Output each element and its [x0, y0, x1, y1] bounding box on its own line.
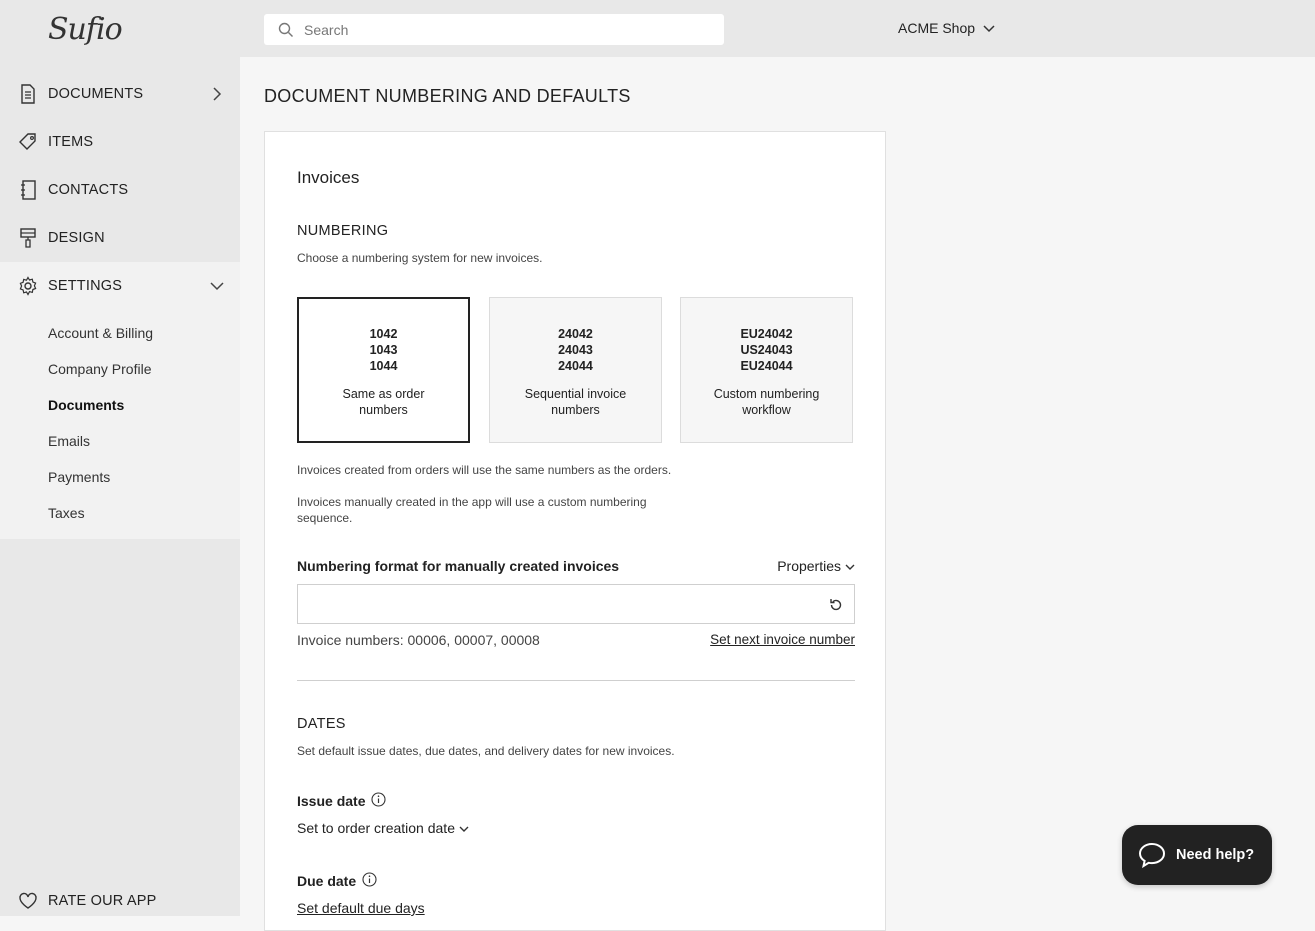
numbering-note-orders: Invoices created from orders will use th… — [297, 463, 672, 477]
rate-our-app-link[interactable]: RATE OUR APP — [0, 886, 240, 916]
tag-icon — [18, 132, 38, 152]
sidebar-item-items[interactable]: ITEMS — [0, 118, 240, 166]
sidebar-item-label: ITEMS — [48, 134, 94, 150]
issue-date-value: Set to order creation date — [297, 820, 455, 836]
sidebar-item-documents[interactable]: DOCUMENTS — [0, 70, 240, 118]
heart-icon — [18, 891, 38, 911]
gear-icon — [18, 276, 38, 296]
sidebar-item-contacts[interactable]: CONTACTS — [0, 166, 240, 214]
due-date-label-text: Due date — [297, 873, 357, 889]
topbar: ACME Shop — [240, 0, 1315, 57]
sidebar-item-label: DOCUMENTS — [48, 86, 144, 102]
set-default-due-days-link[interactable]: Set default due days — [297, 900, 425, 916]
sidebar-subitem-emails[interactable]: Emails — [48, 433, 90, 449]
rate-label: RATE OUR APP — [48, 893, 157, 909]
dates-heading: DATES — [297, 716, 346, 732]
search-icon — [278, 22, 294, 38]
sidebar-item-label: SETTINGS — [48, 278, 123, 294]
sidebar-item-label: CONTACTS — [48, 182, 129, 198]
chevron-down-icon — [983, 20, 995, 36]
shop-name: ACME Shop — [898, 20, 976, 36]
chevron-down-icon — [459, 820, 469, 836]
sidebar-subitem-taxes[interactable]: Taxes — [48, 505, 85, 521]
chevron-down-icon — [210, 279, 224, 293]
need-help-label: Need help? — [1176, 847, 1255, 863]
sidebar-subitem-payments[interactable]: Payments — [48, 469, 110, 485]
sidebar: Sufio DOCUMENTS ITEMS CONTACTS DESIGN SE… — [0, 0, 240, 916]
sidebar-item-design[interactable]: DESIGN — [0, 214, 240, 262]
numbering-option-sequential[interactable]: 24042 24043 24044 Sequential invoice num… — [489, 297, 662, 443]
numbering-option-custom[interactable]: EU24042 US24043 EU24044 Custom numbering… — [680, 297, 853, 443]
properties-label: Properties — [777, 558, 841, 574]
card-title: Invoices — [297, 168, 360, 187]
numbering-heading: NUMBERING — [297, 223, 389, 239]
contacts-book-icon — [18, 180, 38, 200]
set-next-invoice-number-link[interactable]: Set next invoice number — [710, 632, 855, 647]
sidebar-subitem-company-profile[interactable]: Company Profile — [48, 361, 152, 377]
info-icon[interactable] — [362, 872, 377, 890]
info-icon[interactable] — [371, 792, 387, 810]
document-icon — [18, 84, 38, 104]
app-logo[interactable]: Sufio — [48, 12, 123, 47]
numbering-format-label: Numbering format for manually created in… — [297, 558, 620, 574]
chevron-down-icon — [845, 558, 855, 574]
numbering-option-same-as-order[interactable]: 1042 1043 1044 Same as order numbers — [297, 297, 470, 443]
section-divider — [297, 680, 855, 681]
invoice-numbers-preview: Invoice numbers: 00006, 00007, 00008 — [297, 632, 540, 648]
search-input[interactable] — [302, 20, 706, 39]
sidebar-item-settings[interactable]: SETTINGS — [0, 262, 240, 310]
numbering-format-input[interactable] — [308, 585, 812, 623]
option-name: Sequential invoice numbers — [524, 387, 627, 417]
page-title: DOCUMENT NUMBERING AND DEFAULTS — [264, 86, 631, 106]
issue-date-label-text: Issue date — [297, 793, 366, 809]
sidebar-subitem-account-billing[interactable]: Account & Billing — [48, 325, 153, 341]
sidebar-subitem-documents[interactable]: Documents — [48, 397, 124, 413]
dates-description: Set default issue dates, due dates, and … — [297, 744, 675, 758]
option-name: Custom numbering workflow — [713, 387, 820, 417]
option-numbers: 1042 1043 1044 — [369, 327, 398, 373]
issue-date-dropdown[interactable]: Set to order creation date — [297, 820, 469, 836]
need-help-button[interactable]: Need help? — [1122, 825, 1272, 885]
option-numbers: 24042 24043 24044 — [558, 327, 593, 373]
settings-subnav: Account & Billing Company Profile Docume… — [0, 310, 240, 539]
sidebar-item-label: DESIGN — [48, 230, 105, 246]
option-numbers: EU24042 US24043 EU24044 — [740, 327, 793, 373]
search-box[interactable] — [264, 14, 724, 45]
properties-dropdown[interactable]: Properties — [777, 558, 855, 574]
reset-icon[interactable] — [828, 597, 844, 613]
shop-selector[interactable]: ACME Shop — [898, 20, 995, 36]
invoices-card: Invoices NUMBERING Choose a numbering sy… — [264, 131, 886, 931]
issue-date-label: Issue date — [297, 792, 387, 810]
option-name: Same as order numbers — [342, 387, 425, 417]
chevron-right-icon — [210, 87, 224, 101]
numbering-description: Choose a numbering system for new invoic… — [297, 251, 543, 265]
numbering-format-field[interactable] — [297, 584, 855, 624]
chat-bubble-icon — [1138, 841, 1166, 869]
numbering-note-manual: Invoices manually created in the app wil… — [297, 495, 647, 525]
due-date-label: Due date — [297, 872, 377, 890]
paint-brush-icon — [18, 228, 38, 248]
